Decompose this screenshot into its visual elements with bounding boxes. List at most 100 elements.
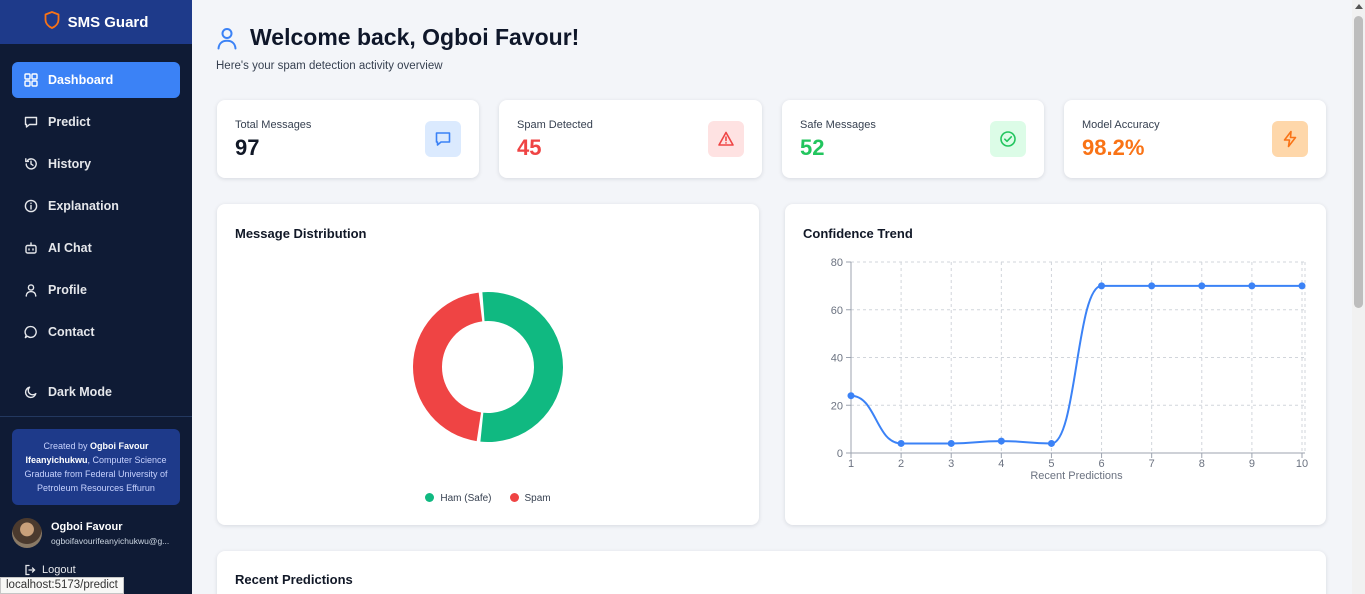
x-tick-label: 1 <box>848 458 854 470</box>
data-point[interactable] <box>897 439 905 447</box>
x-tick-label: 6 <box>1098 458 1104 470</box>
sidebar-item-label: Explanation <box>48 199 119 213</box>
confidence-trend-card: Confidence Trend 0 20 40 60 80 1 2 3 4 5 6 7 8 9 10 Rec… <box>785 204 1326 525</box>
logout-label: Logout <box>42 564 76 576</box>
chart-legend: Ham (Safe) Spam <box>217 493 759 504</box>
legend-item-spam[interactable]: Spam <box>509 493 551 504</box>
sidebar-item-ai-chat[interactable]: AI Chat <box>12 230 180 266</box>
x-tick-label: 8 <box>1199 458 1205 470</box>
pie-slice-ham-safe[interactable] <box>480 292 563 442</box>
page-title: Welcome back, Ogboi Favour! <box>250 24 580 50</box>
data-point[interactable] <box>997 437 1005 445</box>
stat-label: Spam Detected <box>517 119 593 131</box>
y-tick-label: 40 <box>831 353 843 365</box>
x-axis-label: Recent Predictions <box>1030 470 1123 482</box>
avatar <box>12 518 42 548</box>
data-point[interactable] <box>1198 282 1206 290</box>
stat-card-spam-detected: Spam Detected 45 <box>499 100 762 178</box>
message-square-icon <box>425 121 461 157</box>
status-url: localhost:5173/predict <box>0 577 124 594</box>
y-tick-label: 80 <box>831 257 843 269</box>
pie-slice-spam[interactable] <box>413 292 483 442</box>
scrollbar-thumb[interactable] <box>1354 16 1363 308</box>
stat-value: 97 <box>235 135 260 160</box>
credit-prefix: Created by <box>43 441 91 451</box>
sidebar-item-label: Predict <box>48 115 91 129</box>
sidebar-item-explanation[interactable]: Explanation <box>12 188 180 224</box>
history-icon <box>25 158 37 170</box>
stat-card-model-accuracy: Model Accuracy 98.2% <box>1064 100 1326 178</box>
dark-mode-toggle[interactable]: Dark Mode <box>12 374 180 410</box>
legend-swatch <box>425 493 435 502</box>
sidebar-item-label: Contact <box>48 325 95 339</box>
x-tick-label: 2 <box>898 458 904 470</box>
page-scrollbar[interactable] <box>1352 0 1365 594</box>
legend-item-ham[interactable]: Ham (Safe) <box>425 493 492 504</box>
sidebar-item-label: AI Chat <box>48 241 92 255</box>
check-circle-icon <box>990 121 1026 157</box>
sidebar-item-dashboard[interactable]: Dashboard <box>12 62 180 98</box>
sidebar-item-history[interactable]: History <box>12 146 180 182</box>
welcome-header: Welcome back, Ogboi Favour! <box>216 24 579 51</box>
data-point[interactable] <box>1248 282 1256 290</box>
x-tick-label: 5 <box>1048 458 1054 470</box>
x-tick-label: 4 <box>998 458 1004 470</box>
creator-credit: Created by Ogboi Favour Ifeanyichukwu, C… <box>12 429 180 505</box>
stat-card-total-messages: Total Messages 97 <box>217 100 479 178</box>
y-tick-label: 0 <box>837 448 843 460</box>
sidebar-item-label: History <box>48 157 92 171</box>
stat-value: 45 <box>517 135 542 160</box>
user-profile[interactable]: Ogboi Favour ogboifavourifeanyichukwu@g.… <box>12 516 187 550</box>
legend-label: Ham (Safe) <box>440 493 492 504</box>
data-point[interactable] <box>1148 282 1156 290</box>
sidebar-item-label: Profile <box>48 283 87 297</box>
data-point[interactable] <box>847 392 855 400</box>
user-name: Ogboi Favour <box>51 520 123 533</box>
zap-icon <box>1272 121 1308 157</box>
legend-swatch <box>509 493 519 502</box>
dark-mode-label: Dark Mode <box>48 385 112 399</box>
x-tick-label: 3 <box>948 458 954 470</box>
user-email: ogboifavourifeanyichukwu@g... <box>51 535 170 546</box>
recent-predictions-card: Recent Predictions <box>217 551 1326 594</box>
stat-label: Total Messages <box>235 119 312 131</box>
data-point[interactable] <box>1047 439 1055 447</box>
sidebar-item-label: Dashboard <box>48 73 114 87</box>
sidebar-nav: Dashboard Predict History Explanation AI… <box>0 44 192 399</box>
panel-title: Recent Predictions <box>235 572 353 587</box>
stat-value: 98.2% <box>1082 135 1145 160</box>
alert-triangle-icon <box>708 121 744 157</box>
data-point[interactable] <box>1098 282 1106 290</box>
stat-label: Safe Messages <box>800 119 876 131</box>
user-icon <box>217 27 237 49</box>
sidebar: SMS Guard Dashboard Predict History Expl… <box>0 0 192 594</box>
line-chart: 0 20 40 60 80 1 2 3 4 5 6 7 8 9 10 Recent Predictions <box>831 257 1308 482</box>
message-square-icon <box>24 116 38 128</box>
app-title: SMS Guard <box>67 13 149 31</box>
data-point[interactable] <box>947 439 955 447</box>
x-tick-label: 10 <box>1296 458 1308 470</box>
page-subtitle: Here's your spam detection activity over… <box>216 60 443 72</box>
legend-label: Spam <box>524 493 551 504</box>
scroll-up-arrow-icon[interactable] <box>1355 4 1363 9</box>
brand[interactable]: SMS Guard <box>0 0 192 44</box>
info-icon <box>24 199 38 213</box>
sidebar-item-contact[interactable]: Contact <box>12 314 180 350</box>
logout-button[interactable]: Logout <box>24 564 76 576</box>
y-tick-label: 20 <box>831 400 843 412</box>
sidebar-item-predict[interactable]: Predict <box>12 104 180 140</box>
moon-icon <box>24 386 37 399</box>
sidebar-divider <box>0 416 192 417</box>
logout-icon <box>25 564 36 576</box>
message-circle-icon <box>24 325 37 339</box>
stat-value: 52 <box>800 135 825 160</box>
main-content: Welcome back, Ogboi Favour! Here's your … <box>192 0 1352 594</box>
x-tick-label: 9 <box>1249 458 1255 470</box>
data-point[interactable] <box>1298 282 1306 290</box>
sidebar-item-profile[interactable]: Profile <box>12 272 180 308</box>
shield-icon <box>44 10 60 34</box>
x-tick-label: 7 <box>1149 458 1155 470</box>
donut-chart <box>413 292 563 442</box>
bot-icon <box>25 242 37 254</box>
stat-card-safe-messages: Safe Messages 52 <box>782 100 1044 178</box>
